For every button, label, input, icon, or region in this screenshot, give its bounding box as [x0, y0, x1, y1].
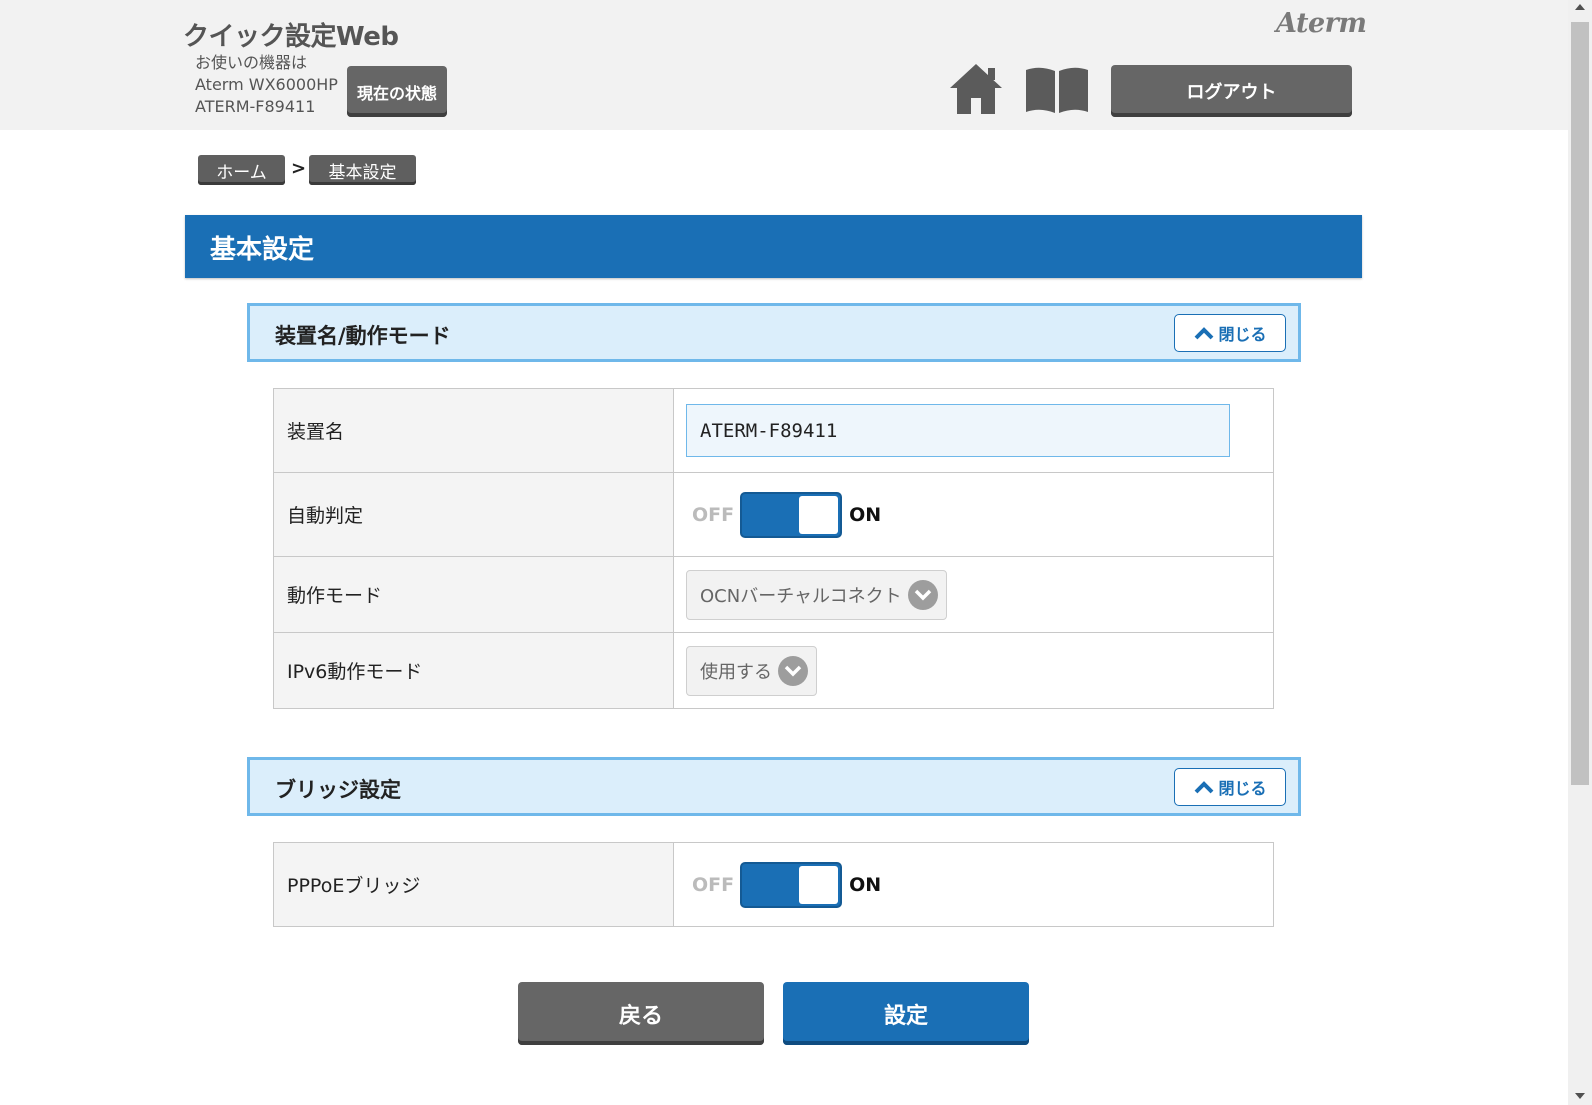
auto-detect-toggle-group: OFF ON: [692, 492, 881, 538]
section-close-button[interactable]: 閉じる: [1174, 768, 1286, 806]
toggle-on-label: ON: [849, 874, 882, 896]
table-row: 自動判定 OFF ON: [274, 473, 1273, 557]
toggle-off-label: OFF: [692, 874, 735, 896]
chevron-down-icon: [907, 580, 938, 610]
breadcrumb-separator: >: [291, 158, 307, 179]
device-info-label: お使いの機器は: [195, 53, 308, 72]
chevron-down-icon: [778, 656, 808, 686]
book-icon[interactable]: [1024, 66, 1090, 114]
page-title: 基本設定: [210, 235, 315, 265]
select-value: 使用する: [700, 662, 772, 683]
aterm-logo: Aterm: [1276, 8, 1367, 39]
scroll-up-icon[interactable]: [1575, 4, 1585, 10]
toggle-on-label: ON: [849, 504, 882, 526]
device-model: Aterm WX6000HP: [195, 75, 338, 94]
bridge-table: PPPoEブリッジ OFF ON: [273, 842, 1274, 927]
scroll-thumb[interactable]: [1571, 22, 1589, 785]
pppoe-bridge-toggle[interactable]: [740, 862, 843, 908]
toggle-off-label: OFF: [692, 504, 735, 526]
device-name-input[interactable]: [686, 404, 1230, 457]
breadcrumb-current[interactable]: 基本設定: [309, 155, 416, 185]
vertical-scrollbar[interactable]: [1568, 0, 1592, 1105]
section-title: ブリッジ設定: [275, 778, 401, 802]
row-label-auto-detect: 自動判定: [274, 473, 674, 556]
submit-button[interactable]: 設定: [783, 982, 1029, 1045]
close-label: 閉じる: [1218, 325, 1267, 344]
row-value: OCNバーチャルコネクト: [674, 557, 1273, 632]
section-title: 装置名/動作モード: [275, 324, 451, 348]
row-value: OFF ON: [674, 473, 1273, 556]
breadcrumb-home[interactable]: ホーム: [198, 155, 285, 185]
device-mode-table: 装置名 自動判定 OFF ON 動作モード OCNバーチャルコネクト: [273, 388, 1274, 709]
page-title-bar: 基本設定: [185, 215, 1362, 278]
app-title: クイック設定Web: [183, 22, 399, 52]
row-value: [674, 389, 1273, 472]
device-name: ATERM-F89411: [195, 97, 316, 116]
pppoe-bridge-toggle-group: OFF ON: [692, 862, 881, 908]
section-header-device-mode: 装置名/動作モード 閉じる: [247, 303, 1301, 362]
toggle-knob: [799, 866, 839, 904]
select-value: OCNバーチャルコネクト: [700, 586, 902, 607]
row-label-ipv6-mode: IPv6動作モード: [274, 633, 674, 708]
home-icon[interactable]: [948, 62, 1004, 116]
back-button[interactable]: 戻る: [518, 982, 764, 1045]
section-close-button[interactable]: 閉じる: [1174, 314, 1286, 352]
toggle-knob: [799, 496, 839, 534]
header: クイック設定Web お使いの機器は Aterm WX6000HP ATERM-F…: [0, 0, 1568, 130]
ipv6-mode-select[interactable]: 使用する: [686, 646, 817, 696]
row-label-pppoe-bridge: PPPoEブリッジ: [274, 843, 674, 926]
logout-button[interactable]: ログアウト: [1111, 65, 1352, 117]
table-row: IPv6動作モード 使用する: [274, 633, 1273, 708]
table-row: 装置名: [274, 389, 1273, 473]
chevron-up-icon: [1195, 327, 1214, 340]
chevron-up-icon: [1195, 781, 1214, 794]
auto-detect-toggle[interactable]: [740, 492, 843, 538]
section-header-bridge: ブリッジ設定 閉じる: [247, 757, 1301, 816]
close-label: 閉じる: [1218, 779, 1267, 798]
row-value: 使用する: [674, 633, 1273, 708]
current-status-button[interactable]: 現在の状態: [347, 66, 447, 117]
table-row: PPPoEブリッジ OFF ON: [274, 843, 1273, 926]
scroll-down-icon[interactable]: [1575, 1093, 1585, 1099]
device-info: お使いの機器は Aterm WX6000HP ATERM-F89411: [195, 52, 338, 118]
operation-mode-select[interactable]: OCNバーチャルコネクト: [686, 570, 947, 620]
row-label-device-name: 装置名: [274, 389, 674, 472]
table-row: 動作モード OCNバーチャルコネクト: [274, 557, 1273, 633]
row-label-operation-mode: 動作モード: [274, 557, 674, 632]
row-value: OFF ON: [674, 843, 1273, 926]
